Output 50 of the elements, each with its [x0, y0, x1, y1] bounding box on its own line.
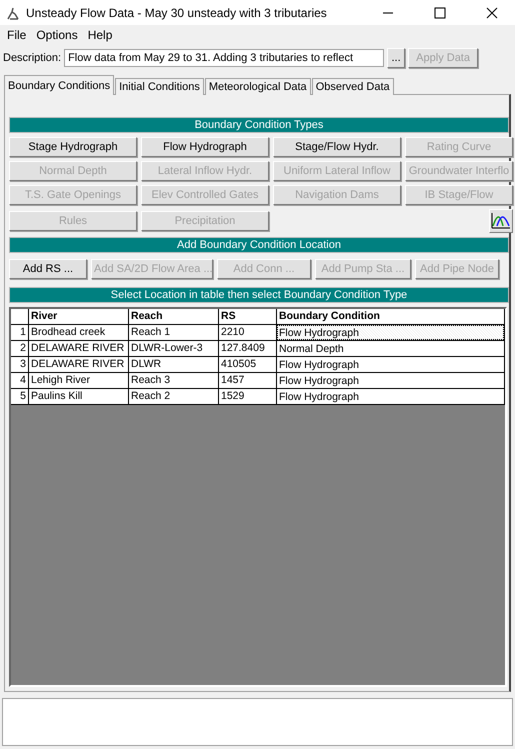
table-cell[interactable]: Flow Hydrograph: [277, 325, 505, 341]
section-header: Select Location in table then select Boundary Condition Type: [9, 287, 509, 303]
row-number: 4: [11, 373, 29, 389]
type-button[interactable]: Stage/Flow Hydr.: [273, 137, 401, 157]
table-cell[interactable]: DELAWARE RIVER: [29, 357, 129, 373]
app-icon: [6, 6, 20, 20]
column-header: River: [29, 309, 129, 325]
table-cell[interactable]: 1529: [219, 389, 277, 405]
table-cell[interactable]: DLWR: [129, 357, 219, 373]
table-cell[interactable]: 127.8409: [219, 341, 277, 357]
tab[interactable]: Meteorological Data: [204, 78, 311, 95]
browse-button[interactable]: ...: [387, 48, 406, 68]
section-header: Boundary Condition Types: [9, 117, 509, 133]
menu-item[interactable]: File: [3, 28, 30, 42]
description-label: Description:: [3, 52, 62, 64]
type-button[interactable]: Flow Hydrograph: [141, 137, 269, 157]
table-cell[interactable]: DLWR-Lower-3: [129, 341, 219, 357]
menu-item[interactable]: Help: [84, 28, 116, 42]
table-cell[interactable]: Normal Depth: [277, 341, 505, 357]
table-cell[interactable]: Reach 2: [129, 389, 219, 405]
column-header: Boundary Condition: [277, 309, 505, 325]
column-header: Reach: [129, 309, 219, 325]
table-cell[interactable]: Reach 3: [129, 373, 219, 389]
hydrograph-plot-button[interactable]: [489, 209, 513, 233]
table-cell[interactable]: Flow Hydrograph: [277, 389, 505, 405]
table-cell[interactable]: 1457: [219, 373, 277, 389]
window-title: Unsteady Flow Data - May 30 unsteady with 3 tributaries: [26, 6, 328, 20]
table-cell[interactable]: Brodhead creek: [29, 325, 129, 341]
table-cell[interactable]: Paulins Kill: [29, 389, 129, 405]
row-number: 2: [11, 341, 29, 357]
description-field[interactable]: Flow data from May 29 to 31. Adding 3 tributaries to reflect: [64, 49, 384, 67]
section-header: Add Boundary Condition Location: [9, 237, 509, 253]
row-number: 3: [11, 357, 29, 373]
column-header: RS: [219, 309, 277, 325]
table-cell[interactable]: Flow Hydrograph: [277, 373, 505, 389]
menu-item[interactable]: Options: [32, 28, 82, 42]
row-number: 1: [11, 325, 29, 341]
row-number: 5: [11, 389, 29, 405]
table-cell[interactable]: 410505: [219, 357, 277, 373]
table-cell[interactable]: Lehigh River: [29, 373, 129, 389]
type-button[interactable]: Stage Hydrograph: [9, 137, 137, 157]
table-cell[interactable]: Reach 1: [129, 325, 219, 341]
corner-cell: [11, 309, 29, 325]
table-cell[interactable]: 2210: [219, 325, 277, 341]
table-cell[interactable]: Flow Hydrograph: [277, 357, 505, 373]
tab[interactable]: Boundary Conditions: [4, 75, 114, 95]
table-cell[interactable]: DELAWARE RIVER: [29, 341, 129, 357]
tab[interactable]: Observed Data: [312, 78, 394, 95]
tab[interactable]: Initial Conditions: [115, 78, 204, 95]
add-button[interactable]: Add RS ...: [9, 259, 87, 279]
